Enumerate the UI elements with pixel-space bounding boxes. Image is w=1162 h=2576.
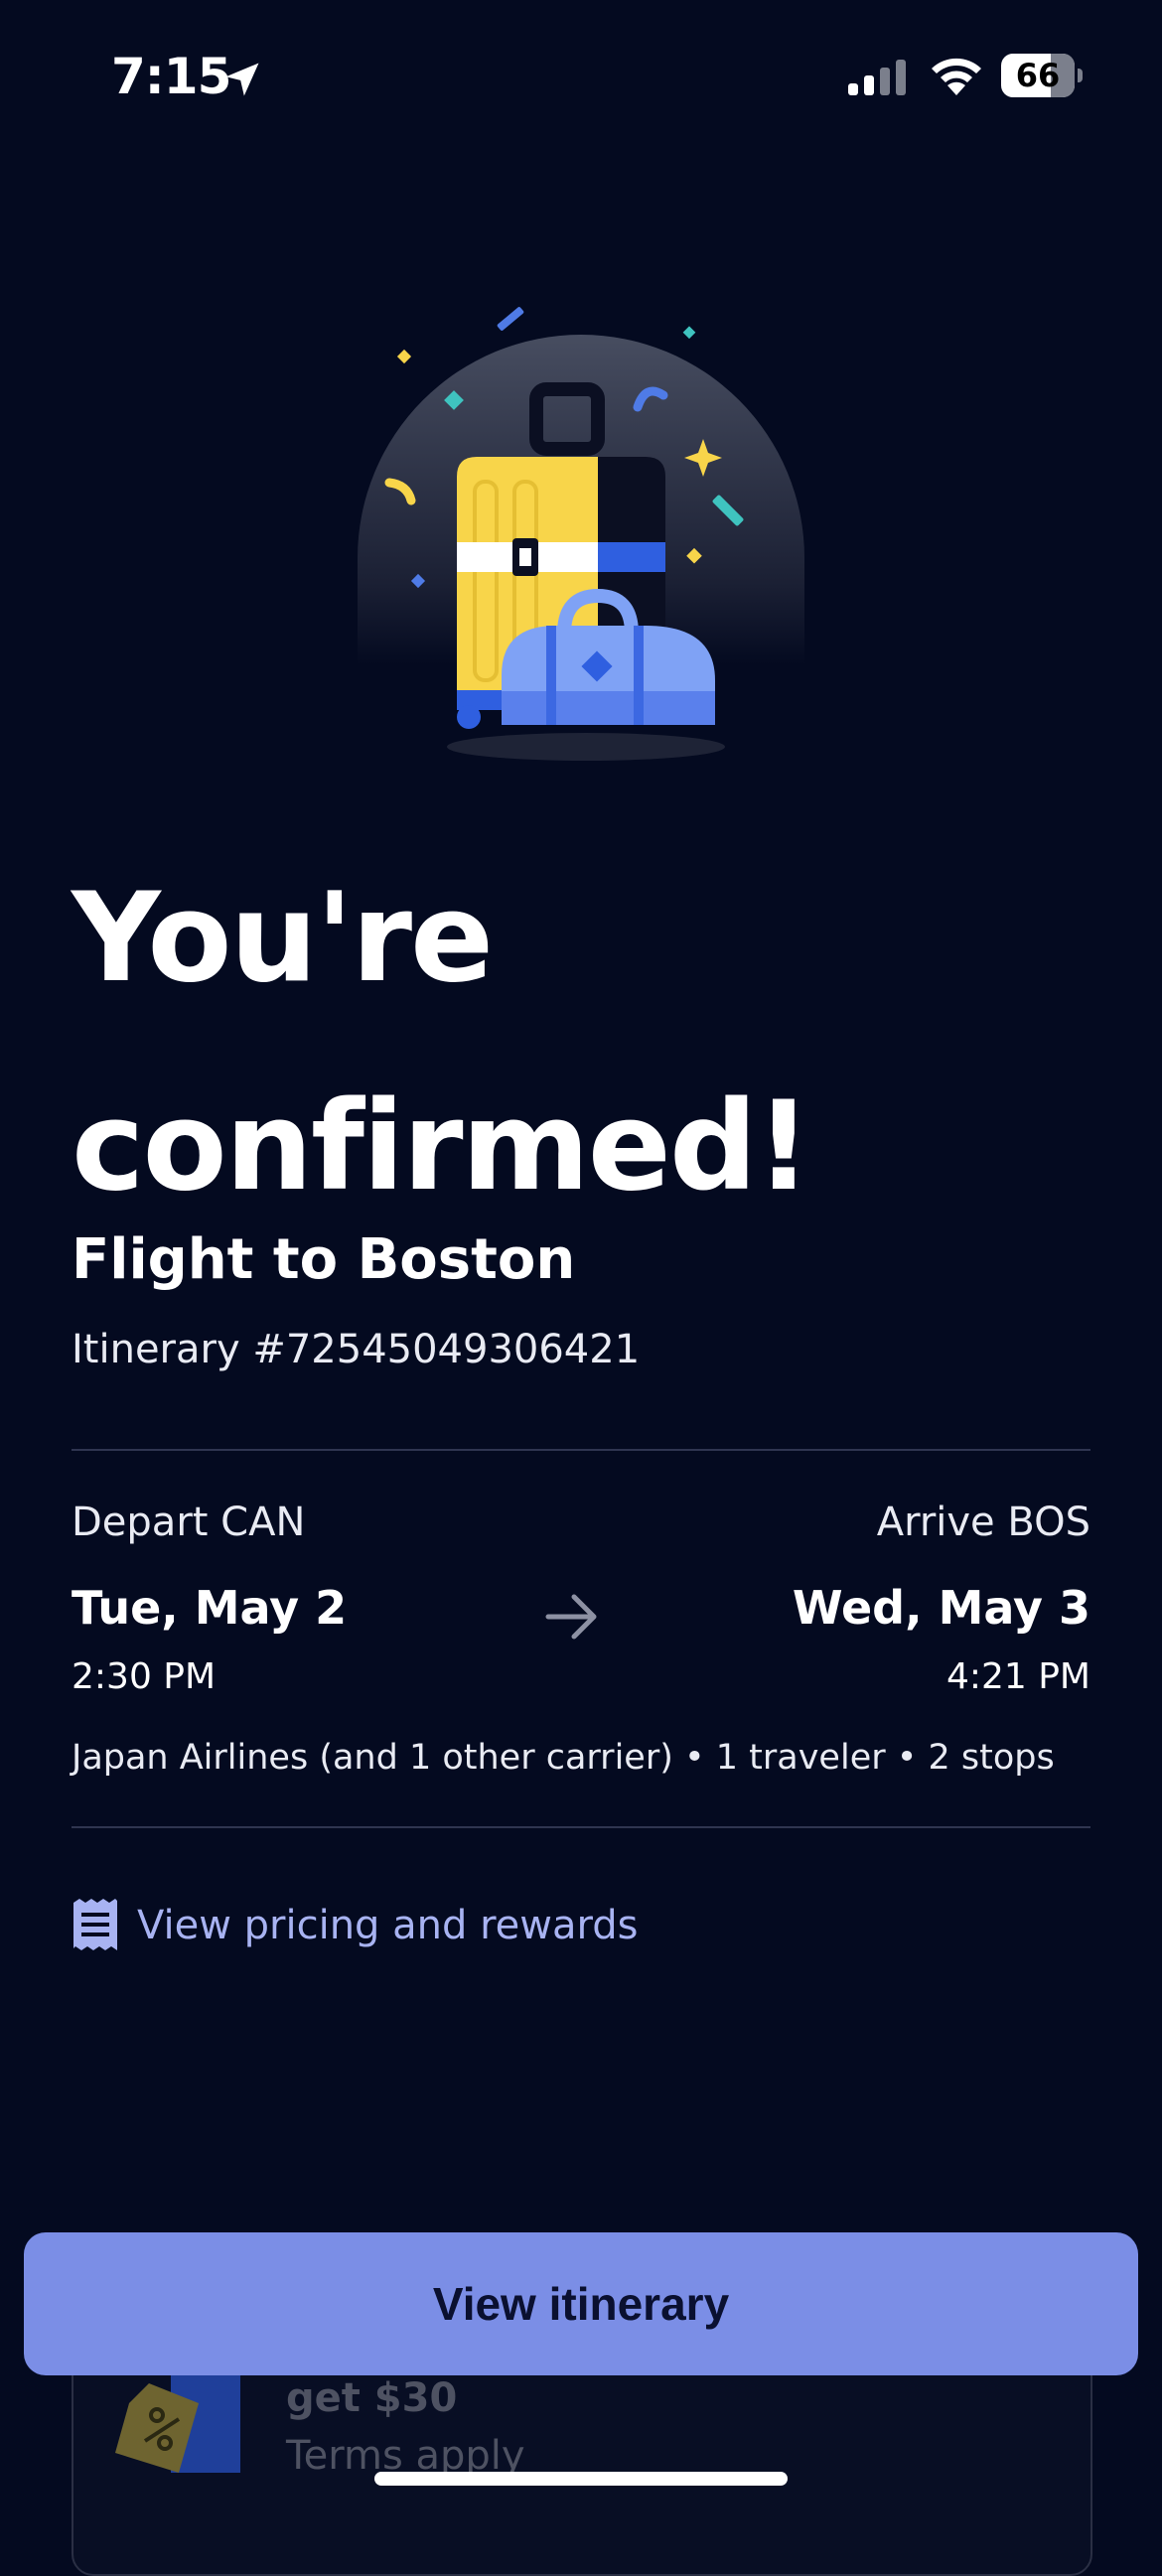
depart-label: Depart CAN: [72, 1500, 306, 1545]
depart-time: 2:30 PM: [72, 1656, 217, 1697]
battery-level: 66: [1015, 57, 1061, 94]
home-indicator: [374, 2472, 788, 2486]
headline-line-1: You're: [72, 867, 494, 1010]
luggage-confetti-illustration: [358, 307, 804, 761]
arrive-date: Wed, May 3: [792, 1581, 1090, 1635]
divider-bottom: [72, 1826, 1090, 1828]
confirmation-headline: You're confirmed!: [72, 834, 1065, 1251]
battery-icon: 66: [1001, 54, 1083, 97]
promo-title: get $30: [286, 2375, 458, 2421]
view-itinerary-button[interactable]: View itinerary: [24, 2232, 1138, 2375]
receipt-icon: [73, 1899, 117, 1950]
cellular-signal-icon: [848, 60, 906, 95]
depart-date: Tue, May 2: [72, 1581, 348, 1635]
discount-tag-icon: [115, 2373, 240, 2473]
itinerary-number: Itinerary #72545049306421: [72, 1327, 641, 1372]
location-arrow-icon: [225, 63, 259, 96]
view-pricing-link[interactable]: View pricing and rewards: [72, 1899, 639, 1952]
arrive-label: Arrive BOS: [876, 1500, 1090, 1545]
headline-line-2: confirmed!: [72, 1075, 811, 1218]
arrive-time: 4:21 PM: [945, 1656, 1090, 1697]
arrow-right-icon: [545, 1594, 597, 1640]
wifi-icon: [932, 58, 981, 95]
view-pricing-label: View pricing and rewards: [137, 1903, 639, 1948]
flight-title: Flight to Boston: [72, 1227, 576, 1292]
divider-top: [72, 1449, 1090, 1451]
status-time: 7:15: [111, 48, 231, 105]
trip-summary: Japan Airlines (and 1 other carrier) • 1…: [72, 1738, 1055, 1778]
view-itinerary-label: View itinerary: [432, 2278, 730, 2330]
